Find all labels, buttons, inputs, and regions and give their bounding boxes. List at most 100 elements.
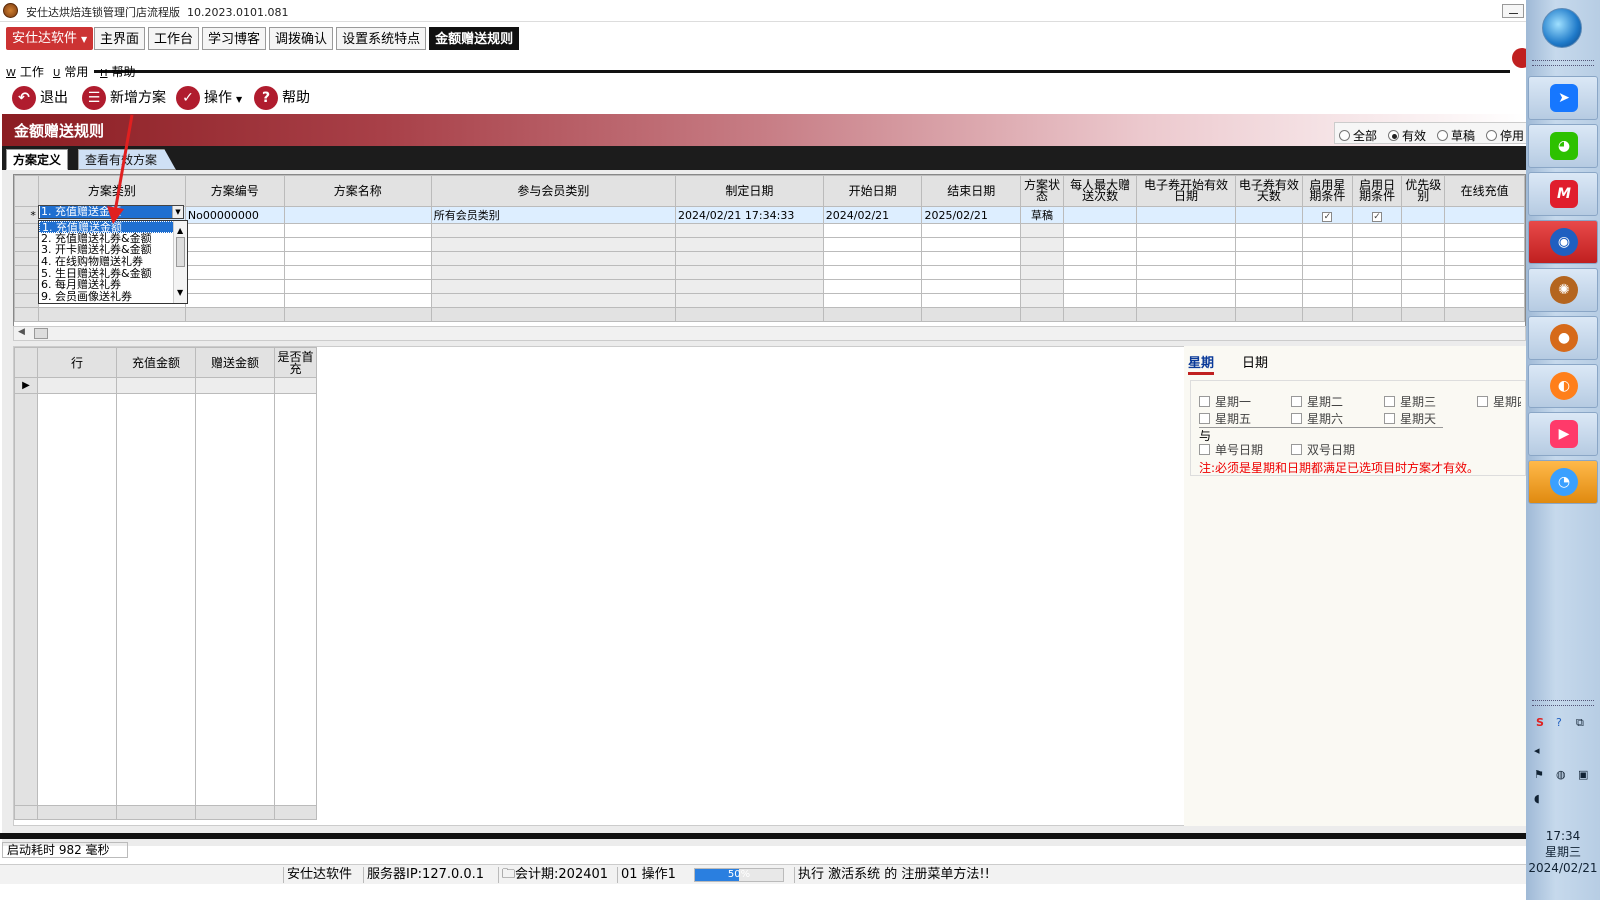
restore-icon[interactable]: ⧉ — [1576, 716, 1584, 730]
m-app-icon: M — [1550, 180, 1578, 208]
col-coupon-days[interactable]: 电子券有效天数 — [1234, 175, 1304, 207]
status-message: 执行 激活系统 的 注册菜单方法!! — [794, 867, 990, 883]
page-title: 金额赠送规则 — [14, 122, 105, 140]
odd-day-checkbox[interactable]: 单号日期 — [1199, 441, 1263, 458]
new-plan-button[interactable]: ☰ 新增方案 — [82, 84, 166, 112]
tab-weekday[interactable]: 星期 — [1188, 352, 1215, 375]
col-priority[interactable]: 优先级别 — [1401, 175, 1446, 207]
window-title: 安仕达烘焙连锁管理门店流程版 — [26, 6, 180, 19]
tab-plan-definition[interactable]: 方案定义 — [6, 149, 69, 170]
chevron-down-icon[interactable]: ▼ — [177, 285, 183, 301]
qq-icon[interactable]: ◍ — [1556, 768, 1566, 781]
network-icon[interactable]: ▣ — [1578, 768, 1588, 781]
taskbar-app-globe[interactable]: ◉ — [1528, 220, 1598, 264]
wechat-icon: ◕ — [1550, 132, 1578, 160]
horizontal-scrollbar[interactable]: ◀ — [13, 326, 1526, 341]
col-plan-status[interactable]: 方案状态 — [1020, 175, 1064, 207]
start-button[interactable] — [1542, 8, 1582, 48]
col-coupon-start[interactable]: 电子券开始有效日期 — [1136, 175, 1236, 207]
minimize-button[interactable] — [1502, 4, 1524, 18]
chevron-down-icon: ▼ — [81, 35, 88, 44]
tuesday-checkbox[interactable]: 星期二 — [1291, 393, 1343, 410]
windows-taskbar: ➤ ◕ M ◉ ✺ ● ◐ ▶ ◔ S ? ⧉ ◂ ⚑ ◍ ▣ ◖ 17:34 … — [1526, 0, 1600, 900]
startup-time: 启动耗时 982 毫秒 — [2, 842, 128, 858]
cell-start[interactable]: 2024/02/21 — [822, 206, 923, 224]
plan-grid[interactable]: 方案类别 方案编号 方案名称 参与会员类别 制定日期 开始日期 结束日期 方案状… — [13, 174, 1526, 331]
monday-checkbox[interactable]: 星期一 — [1199, 393, 1251, 410]
taskbar-app-chat[interactable]: ◔ — [1528, 460, 1598, 504]
col-max-times[interactable]: 每人最大赠送次数 — [1062, 175, 1138, 207]
menu-common[interactable]: U 常用 — [53, 63, 88, 80]
col-week-condition[interactable]: 启用星期条件 — [1302, 175, 1353, 207]
even-day-checkbox[interactable]: 双号日期 — [1291, 441, 1355, 458]
taskbar-app-logo[interactable]: ✺ — [1528, 268, 1598, 312]
filter-draft-radio[interactable]: 草稿 — [1437, 127, 1475, 144]
taskbar-app-wechat[interactable]: ◕ — [1528, 124, 1598, 168]
detail-grid[interactable]: 行 充值金额 赠送金额 是否首充 ▶ — [14, 347, 320, 825]
taskbar-app-dingtalk[interactable]: ➤ — [1528, 76, 1598, 120]
flag-icon[interactable]: ⚑ — [1534, 768, 1544, 781]
tab-system-settings[interactable]: 设置系统特点 — [336, 27, 427, 50]
help-button[interactable]: ? 帮助 — [254, 84, 310, 112]
col-created-date[interactable]: 制定日期 — [675, 175, 824, 207]
tab-blog[interactable]: 学习博客 — [202, 27, 267, 50]
table-row[interactable]: * No00000000 所有会员类别 2024/02/21 17:34:33 … — [14, 206, 1525, 224]
date-condition-checkbox[interactable]: ✓ — [1372, 211, 1383, 222]
col-plan-code[interactable]: 方案编号 — [184, 175, 285, 207]
col-date-condition[interactable]: 启用日期条件 — [1351, 175, 1403, 207]
taskbar-app-apple[interactable]: ● — [1528, 316, 1598, 360]
category-dropdown-list[interactable]: 1. 充值赠送金额 2. 充值赠送礼券&金额 3. 开卡赠送礼券&金额 4. 在… — [38, 220, 188, 304]
chevron-left-icon[interactable]: ◀ — [18, 327, 25, 337]
col-start-date[interactable]: 开始日期 — [822, 175, 923, 207]
row-indicator: * — [14, 206, 39, 224]
col-gift-amount[interactable]: 赠送金额 — [195, 347, 275, 378]
chevron-down-icon[interactable]: ▼ — [172, 206, 183, 218]
col-member-type[interactable]: 参与会员类别 — [430, 175, 677, 207]
sogou-icon[interactable]: S — [1536, 716, 1544, 729]
col-end-date[interactable]: 结束日期 — [921, 175, 1022, 207]
list-item[interactable]: 4. 在线购物赠送礼券 — [39, 256, 187, 268]
table-row[interactable]: ▶ — [14, 377, 317, 394]
taskbar-app-m[interactable]: M — [1528, 172, 1598, 216]
taskbar-app-video[interactable]: ▶ — [1528, 412, 1598, 456]
col-line[interactable]: 行 — [37, 347, 117, 378]
col-online-recharge[interactable]: 在线充值 — [1444, 175, 1525, 207]
filter-valid-radio[interactable]: 有效 — [1388, 127, 1426, 144]
filter-all-radio[interactable]: 全部 — [1339, 127, 1377, 144]
cell-member-type[interactable]: 所有会员类别 — [430, 206, 677, 224]
system-clock[interactable]: 17:34 星期三 2024/02/21 — [1526, 828, 1600, 876]
help-icon[interactable]: ? — [1556, 716, 1562, 729]
cell-code[interactable]: No00000000 — [184, 206, 285, 224]
col-first-recharge[interactable]: 是否首充 — [274, 347, 317, 378]
cell-name[interactable] — [283, 206, 432, 224]
filter-disabled-radio[interactable]: 停用 — [1486, 127, 1524, 144]
exit-button[interactable]: ↶ 退出 — [12, 84, 68, 112]
tab-main[interactable]: 主界面 — [94, 27, 146, 50]
saturday-checkbox[interactable]: 星期六 — [1291, 410, 1343, 427]
menu-help[interactable]: H 帮助 — [100, 63, 136, 80]
volume-icon[interactable]: ◖ — [1534, 792, 1540, 805]
cell-end[interactable]: 2025/02/21 — [921, 206, 1022, 224]
wednesday-checkbox[interactable]: 星期三 — [1384, 393, 1436, 410]
title-bar: 安仕达烘焙连锁管理门店流程版 10.2023.0101.081 — [0, 0, 1526, 22]
menu-work[interactable]: W 工作 — [6, 63, 44, 80]
brand-menu-button[interactable]: 安仕达软件 ▼ — [6, 27, 94, 50]
tab-transfer-confirm[interactable]: 调拨确认 — [269, 27, 334, 50]
operate-button[interactable]: ✓ 操作 ▼ — [176, 84, 242, 112]
tab-amount-gift-rules[interactable]: 金额赠送规则 — [429, 27, 520, 50]
dropdown-scrollbar[interactable]: ▲ ▼ — [173, 221, 187, 303]
document-icon: ☰ — [82, 86, 106, 110]
col-recharge-amount[interactable]: 充值金额 — [116, 347, 196, 378]
thursday-checkbox[interactable]: 星期四 — [1477, 393, 1521, 410]
week-condition-checkbox[interactable]: ✓ — [1322, 211, 1333, 222]
chevron-left-icon[interactable]: ◂ — [1534, 744, 1540, 757]
tab-date[interactable]: 日期 — [1242, 352, 1268, 371]
taskbar-app-firefox[interactable]: ◐ — [1528, 364, 1598, 408]
sunday-checkbox[interactable]: 星期天 — [1384, 410, 1436, 427]
col-plan-name[interactable]: 方案名称 — [283, 175, 432, 207]
chat-icon: ◔ — [1550, 468, 1578, 496]
friday-checkbox[interactable]: 星期五 — [1199, 410, 1251, 427]
tab-workbench[interactable]: 工作台 — [148, 27, 200, 50]
annotation-arrow-icon — [107, 114, 134, 224]
list-item[interactable]: 9. 会员画像送礼券 — [39, 291, 187, 303]
